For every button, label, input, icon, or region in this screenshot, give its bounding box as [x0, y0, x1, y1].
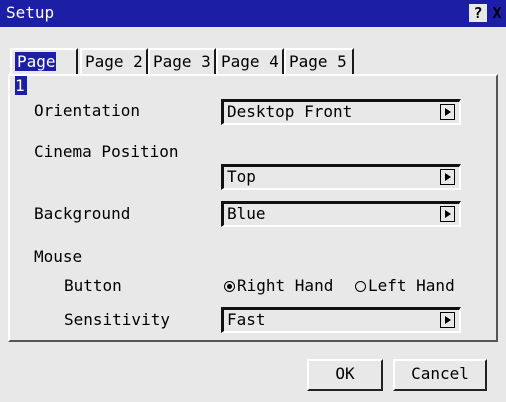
radio-unchecked-icon [355, 280, 366, 292]
radio-checked-icon [224, 280, 235, 292]
sensitivity-label: Sensitivity [64, 310, 170, 329]
background-select[interactable]: Blue [221, 201, 461, 227]
tab-page-4[interactable]: Page 4 [216, 48, 284, 74]
window-title: Setup [6, 3, 55, 22]
title-bar[interactable]: Setup ? X [0, 0, 506, 27]
orientation-select[interactable]: Desktop Front [221, 99, 461, 125]
sensitivity-select[interactable]: Fast [221, 307, 461, 333]
close-button[interactable]: X [488, 4, 506, 22]
ok-button[interactable]: OK [307, 359, 383, 391]
sensitivity-value: Fast [227, 310, 266, 329]
cinema-position-value: Top [227, 167, 256, 186]
tab-page-2[interactable]: Page 2 [80, 48, 148, 74]
mouse-label: Mouse [34, 247, 83, 266]
cancel-button[interactable]: Cancel [393, 359, 487, 391]
radio-left-hand-label: Left Hand [368, 276, 455, 295]
tab-page-1[interactable]: Page 1 [10, 48, 78, 95]
background-label: Background [34, 204, 131, 223]
radio-right-hand[interactable]: Right Hand [224, 276, 333, 296]
radio-right-hand-label: Right Hand [237, 276, 334, 295]
cinema-position-label: Cinema Position [34, 142, 179, 161]
cinema-position-select[interactable]: Top [221, 164, 461, 190]
background-value: Blue [227, 204, 266, 223]
dropdown-arrow-icon[interactable] [440, 104, 455, 120]
dropdown-arrow-icon[interactable] [440, 206, 455, 222]
tab-page-3[interactable]: Page 3 [148, 48, 216, 74]
orientation-label: Orientation [34, 101, 140, 120]
radio-left-hand[interactable]: Left Hand [355, 276, 455, 296]
tab-page-5[interactable]: Page 5 [284, 48, 354, 74]
setup-window: Setup ? X Page 1 Page 2 Page 3 Page 4 Pa… [0, 0, 506, 402]
dropdown-arrow-icon[interactable] [440, 169, 455, 185]
mouse-button-label: Button [64, 276, 122, 295]
help-button[interactable]: ? [469, 4, 487, 22]
orientation-value: Desktop Front [227, 102, 353, 121]
dropdown-arrow-icon[interactable] [440, 312, 455, 328]
